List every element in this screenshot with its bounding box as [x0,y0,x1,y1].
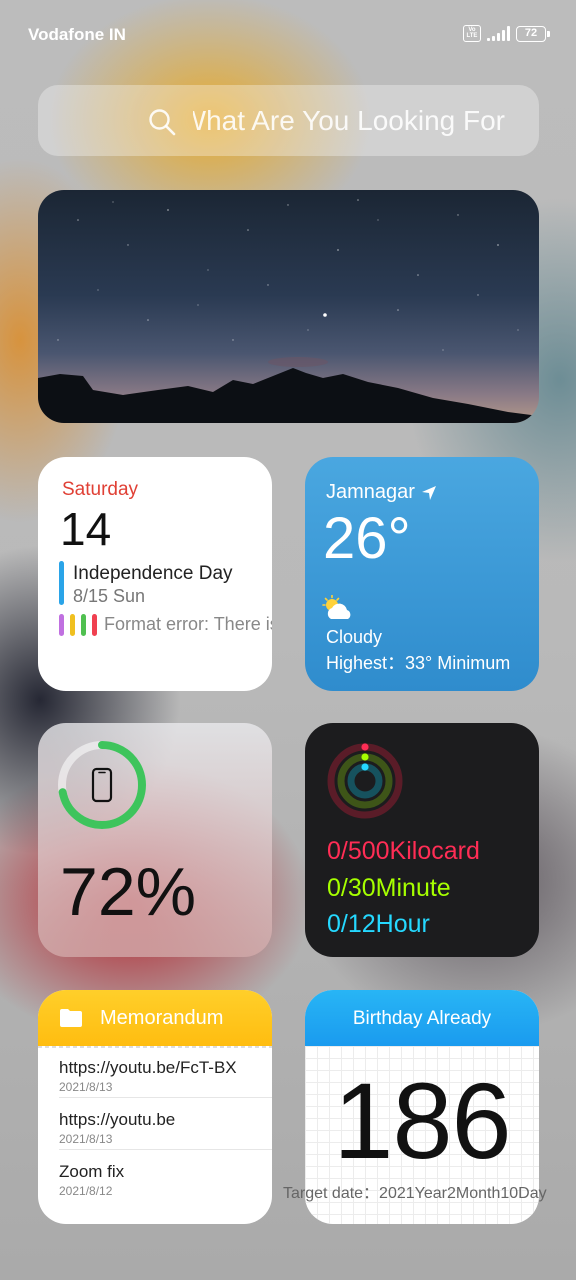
weather-location: Jamnagar [326,481,437,504]
volte-icon: Vo LTE [463,25,481,42]
birthday-header: Birthday Already [305,990,539,1046]
battery-level: 72 [516,25,546,42]
memo-date: 2021/8/12 [59,1184,113,1198]
photo-widget[interactable] [38,190,539,423]
location-arrow-icon [421,485,436,500]
partly-cloudy-icon [322,595,351,619]
color-dot [81,614,86,636]
color-dots [59,614,97,636]
birthday-days-count: 186 [333,1060,511,1181]
exercise-goal: 0/30Minute [327,874,451,902]
memo-text: https://youtu.be/FcT-BX [59,1058,237,1077]
activity-widget[interactable]: 0/500Kilocard 0/30Minute 0/12Hour [305,723,539,957]
memo-item[interactable]: Zoom fix 2021/8/12 [59,1150,272,1202]
move-goal: 0/500Kilocard [327,837,480,865]
memo-date: 2021/8/13 [59,1132,113,1146]
phone-icon [91,767,113,803]
memo-item[interactable]: https://youtu.be/FcT-BX 2021/8/13 [59,1046,272,1098]
temperature: 26° [323,506,411,571]
event-title: Independence Day [73,563,233,584]
memorandum-widget[interactable]: Memorandum https://youtu.be/FcT-BX 2021/… [38,990,272,1224]
city-name: Jamnagar [326,481,415,503]
weather-widget[interactable]: Jamnagar 26° Cloudy Highest：33° Minimum [305,457,539,691]
status-icons: Vo LTE 72 [463,25,550,42]
activity-rings-icon [327,743,403,819]
memo-text: https://youtu.be [59,1110,176,1129]
format-error-text: Format error: There is already [104,614,272,634]
carrier-name: Vodafone IN [28,25,126,44]
temperature-range: Highest：33° Minimum [326,653,511,673]
stand-goal: 0/12Hour [327,910,430,938]
color-dot [59,614,64,636]
weather-condition: Cloudy [326,627,383,647]
event-date: 8/15 Sun [73,586,146,606]
memo-header: Memorandum [38,990,272,1046]
search-icon [149,109,176,136]
battery-widget[interactable]: 72% [38,723,272,957]
calendar-weekday: Saturday [62,479,139,500]
night-sky-photo [38,199,539,423]
status-bar: Vodafone IN Vo LTE 72 [0,0,576,70]
calendar-widget[interactable]: Saturday 14 Independence Day 8/15 Sun Fo… [38,457,272,691]
color-dot [70,614,75,636]
search-bar[interactable]: What Are You Looking For [38,85,539,156]
battery-icon: 72 [516,25,550,42]
birthday-target-date: Target date：2021Year2Month10Day [283,1185,547,1202]
battery-percent: 72% [60,854,197,930]
calendar-day: 14 [60,503,112,555]
battery-ring [58,741,146,829]
event-color-bar [59,561,64,605]
search-placeholder: What Are You Looking For [193,105,505,136]
memo-date: 2021/8/13 [59,1080,113,1094]
memo-list: https://youtu.be/FcT-BX 2021/8/13 https:… [38,1046,272,1202]
signal-icon [487,26,510,41]
memo-text: Zoom fix [59,1162,125,1181]
memo-title: Memorandum [100,1007,224,1029]
color-dot [92,614,97,636]
memo-item[interactable]: https://youtu.be 2021/8/13 [59,1098,272,1150]
search-input[interactable]: What Are You Looking For [193,105,505,139]
folder-icon [60,1009,82,1027]
